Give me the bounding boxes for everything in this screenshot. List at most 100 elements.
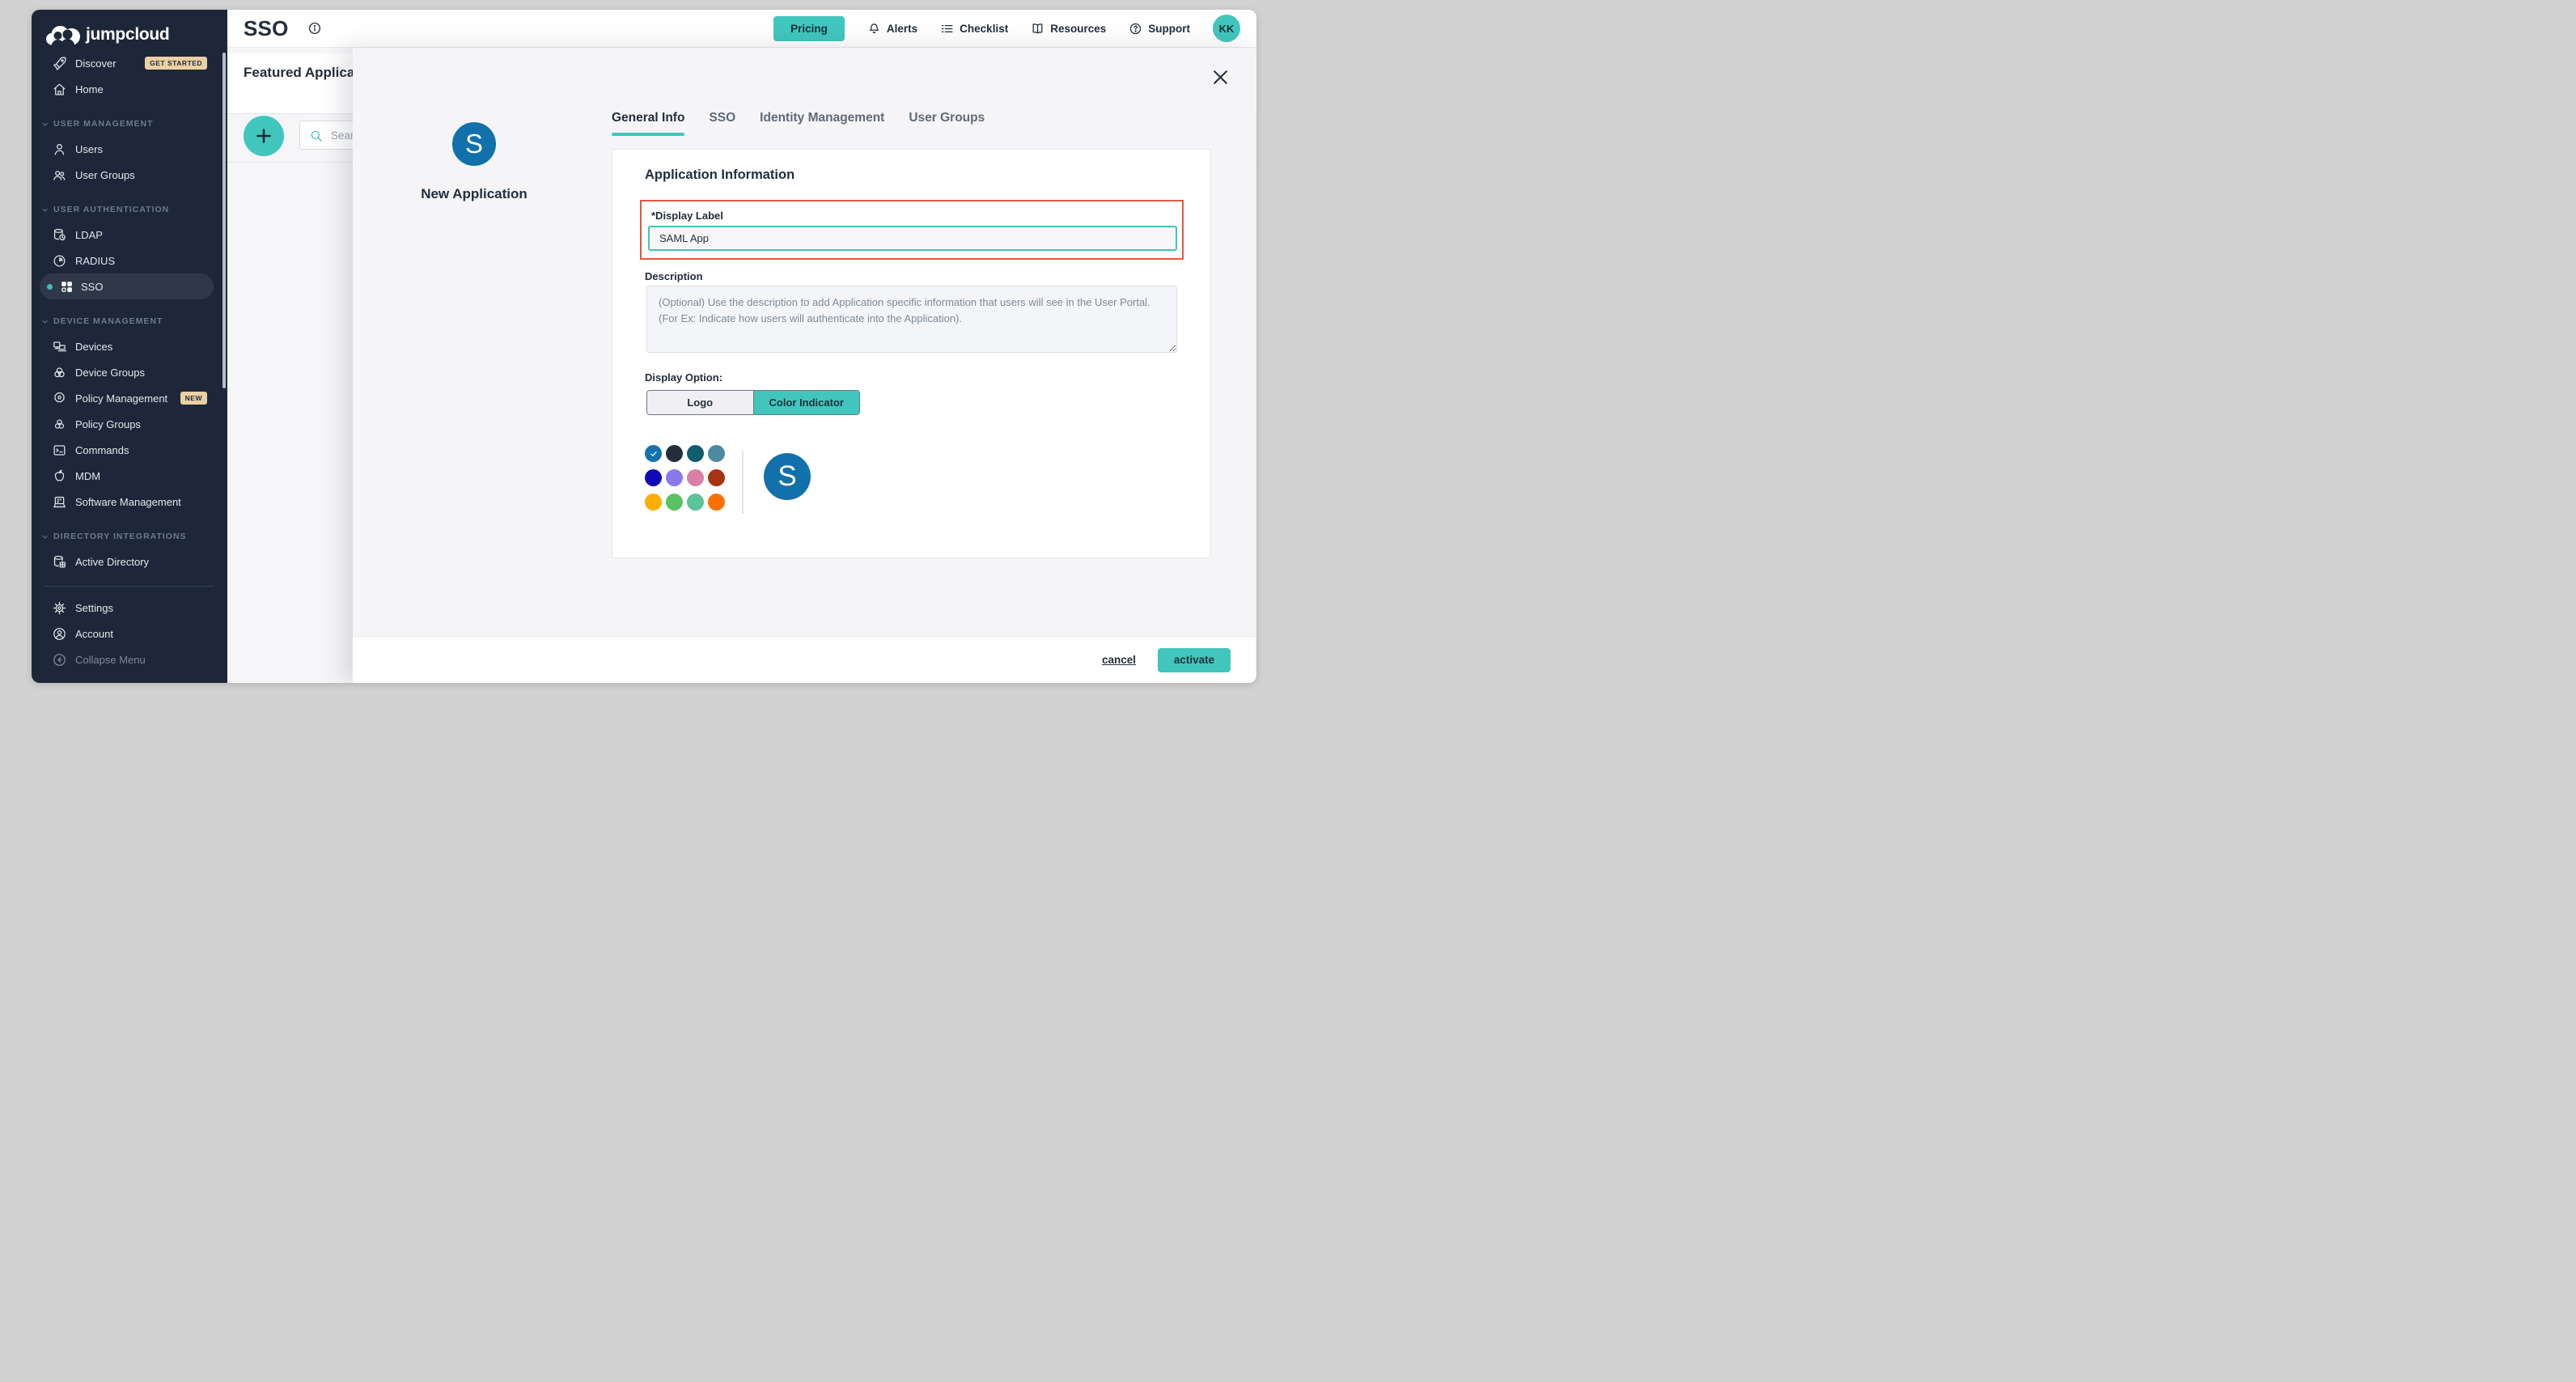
tab-general-info[interactable]: General Info xyxy=(612,111,684,133)
cancel-link[interactable]: cancel xyxy=(1102,654,1136,666)
action-label: Support xyxy=(1148,23,1190,35)
sidebar-item-user-groups[interactable]: User Groups xyxy=(32,162,227,188)
software-management-icon xyxy=(52,494,67,510)
get-started-badge: GET STARTED xyxy=(145,57,207,70)
section-title: DEVICE MANAGEMENT xyxy=(53,316,163,326)
chevron-down-icon xyxy=(41,533,49,541)
section-header-device-management[interactable]: DEVICE MANAGEMENT xyxy=(32,312,227,330)
description-label: Description xyxy=(645,270,703,282)
checklist-button[interactable]: Checklist xyxy=(940,22,1008,36)
sidebar-item-account[interactable]: Account xyxy=(32,621,227,646)
sidebar-item-software-management[interactable]: Software Management xyxy=(32,489,227,515)
color-swatch[interactable] xyxy=(687,469,704,486)
action-label: Resources xyxy=(1050,23,1106,35)
display-label-highlight: *Display Label xyxy=(640,200,1184,260)
color-swatch[interactable] xyxy=(645,469,662,486)
home-icon xyxy=(52,82,67,97)
add-application-button[interactable] xyxy=(244,116,284,156)
section-header-user-management[interactable]: USER MANAGEMENT xyxy=(32,115,227,133)
avatar[interactable]: KK xyxy=(1213,15,1240,42)
sidebar-item-label: Home xyxy=(75,83,104,95)
sidebar-item-commands[interactable]: Commands xyxy=(32,437,227,463)
user-group-icon xyxy=(52,167,67,183)
color-swatch[interactable] xyxy=(687,494,704,511)
sidebar-item-devices[interactable]: Devices xyxy=(32,333,227,359)
color-indicator-preview: S xyxy=(764,453,811,500)
new-application-modal: S New Application General Info SSO Ident… xyxy=(353,48,1256,683)
display-label-input[interactable] xyxy=(648,226,1177,251)
section-header-directory-integrations[interactable]: DIRECTORY INTEGRATIONS xyxy=(32,528,227,545)
display-option-label: Display Option: xyxy=(645,371,722,384)
sidebar-nav: Discover GET STARTED Home USER MANAGEMEN… xyxy=(32,50,227,672)
gear-icon xyxy=(52,600,67,616)
color-swatch[interactable] xyxy=(645,494,662,511)
sidebar-item-label: Devices xyxy=(75,341,112,353)
support-button[interactable]: Support xyxy=(1129,22,1190,36)
sidebar-section-device-management: DEVICE MANAGEMENT Devices Device Groups … xyxy=(32,312,227,515)
sidebar-item-label: Device Groups xyxy=(75,367,145,379)
color-swatch[interactable] xyxy=(666,445,683,462)
plus-icon xyxy=(254,126,273,146)
sidebar-item-policy-groups[interactable]: Policy Groups xyxy=(32,411,227,437)
sidebar-item-sso[interactable]: SSO xyxy=(40,273,214,299)
jumpcloud-logo[interactable]: jumpcloud xyxy=(32,10,227,49)
tab-sso[interactable]: SSO xyxy=(709,111,735,133)
color-swatch[interactable] xyxy=(666,469,683,486)
display-label-label: *Display Label xyxy=(651,210,723,222)
action-label: Alerts xyxy=(887,23,917,35)
alerts-button[interactable]: Alerts xyxy=(867,22,917,36)
color-swatch[interactable] xyxy=(687,445,704,462)
book-icon xyxy=(1031,22,1044,36)
sidebar-item-label: Policy Management xyxy=(75,392,167,405)
jumpcloud-cloud-icon xyxy=(45,23,81,46)
sidebar-scrollbar[interactable] xyxy=(222,53,226,388)
brand-name: jumpcloud xyxy=(86,25,169,45)
sidebar-item-home[interactable]: Home xyxy=(32,76,227,102)
sidebar-item-device-groups[interactable]: Device Groups xyxy=(32,359,227,385)
sidebar-item-discover[interactable]: Discover GET STARTED xyxy=(32,50,227,76)
sidebar-item-radius[interactable]: RADIUS xyxy=(32,248,227,273)
sidebar-item-label: Collapse Menu xyxy=(75,654,146,666)
toggle-logo[interactable]: Logo xyxy=(647,391,754,414)
sidebar-item-active-directory[interactable]: Active Directory xyxy=(32,549,227,574)
color-swatch[interactable] xyxy=(666,494,683,511)
toggle-color-indicator[interactable]: Color Indicator xyxy=(754,391,860,414)
ldap-database-icon xyxy=(52,227,67,243)
pricing-button[interactable]: Pricing xyxy=(773,16,845,41)
tab-user-groups[interactable]: User Groups xyxy=(909,111,985,133)
description-textarea[interactable] xyxy=(646,286,1177,353)
checklist-icon xyxy=(940,22,954,36)
color-swatch[interactable] xyxy=(708,469,725,486)
sidebar-item-label: Commands xyxy=(75,444,129,456)
application-information-card: Application Information *Display Label D… xyxy=(612,149,1211,558)
section-header-user-authentication[interactable]: USER AUTHENTICATION xyxy=(32,201,227,218)
chevron-down-icon xyxy=(41,206,49,214)
chevron-down-icon xyxy=(41,121,49,128)
resources-button[interactable]: Resources xyxy=(1031,22,1106,36)
display-option-toggle: Logo Color Indicator xyxy=(646,390,860,415)
sidebar-item-users[interactable]: Users xyxy=(32,136,227,162)
rocket-icon xyxy=(52,56,67,71)
tab-identity-management[interactable]: Identity Management xyxy=(760,111,884,133)
sidebar-item-label: MDM xyxy=(75,470,100,482)
close-icon[interactable] xyxy=(1210,67,1231,87)
color-swatch[interactable] xyxy=(708,494,725,511)
sidebar-divider xyxy=(44,586,214,587)
sidebar-item-ldap[interactable]: LDAP xyxy=(32,222,227,248)
color-swatch-selected[interactable] xyxy=(645,445,662,462)
policy-groups-icon xyxy=(52,417,67,432)
sidebar-item-collapse-menu[interactable]: Collapse Menu xyxy=(32,646,227,672)
sidebar-item-policy-management[interactable]: Policy Management NEW xyxy=(32,385,227,411)
application-name: New Application xyxy=(385,186,563,202)
sidebar-item-settings[interactable]: Settings xyxy=(32,595,227,621)
application-avatar: S xyxy=(452,122,496,166)
help-icon xyxy=(1129,22,1142,36)
info-icon[interactable] xyxy=(307,21,322,36)
sidebar-item-mdm[interactable]: MDM xyxy=(32,463,227,489)
search-icon xyxy=(309,129,324,143)
color-swatch[interactable] xyxy=(708,445,725,462)
user-circle-icon xyxy=(52,626,67,642)
activate-button[interactable]: activate xyxy=(1158,648,1231,672)
sidebar-item-label: Account xyxy=(75,628,113,640)
application-identity: S New Application xyxy=(385,122,563,202)
